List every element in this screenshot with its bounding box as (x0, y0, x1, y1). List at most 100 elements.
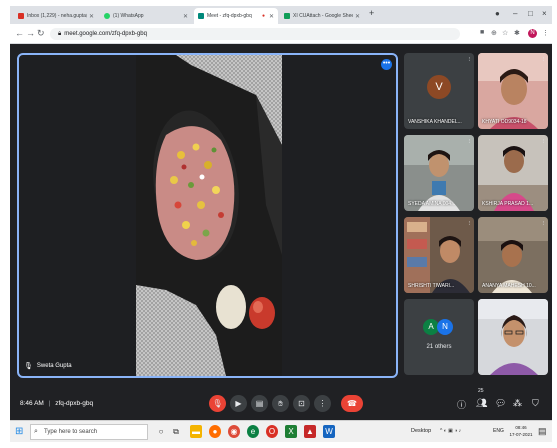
participant-video (478, 135, 548, 211)
video-camera-icon: ▶ (235, 399, 242, 408)
participant-tile[interactable]: ⫶ KSHIRJA PRASAD 1... (478, 135, 548, 211)
taskbar-search-input[interactable]: ⌕ Type here to search (30, 424, 148, 440)
more-options-button[interactable]: ⋮ (314, 395, 331, 412)
microphone-toggle-button[interactable]: 🎙︎ (209, 395, 226, 412)
muted-icon: ⫶ (468, 57, 470, 63)
raise-hand-button[interactable]: ✋︎ (272, 395, 289, 412)
windows-start-icon[interactable]: ⊞ (15, 426, 23, 438)
muted-icon: ⫶ (542, 57, 544, 63)
meeting-code: zfq-dpxb-gbq (55, 400, 94, 407)
zoom-icon[interactable]: ⊕ (491, 29, 497, 37)
word-icon[interactable]: W (323, 425, 335, 438)
forward-arrow-icon[interactable]: → (26, 28, 35, 38)
tab-gmail[interactable]: Inbox (1,229) - neha.gupta@ind... ✕ (14, 8, 98, 24)
tab-search-icon[interactable]: ● (495, 9, 500, 18)
close-icon[interactable]: ✕ (183, 13, 188, 20)
present-icon: ⊡ (298, 399, 305, 408)
lock-icon: 🔒︎ (58, 31, 62, 37)
taskbar-clock[interactable]: 08:46 17-07-2021 (508, 424, 534, 438)
edge-icon[interactable]: e (247, 425, 259, 438)
food-plate-video-frame (136, 55, 282, 376)
presenter-video (136, 55, 282, 376)
presenter-name: Sweta Gupta (36, 363, 72, 369)
task-view-icon[interactable]: ⧉ (170, 425, 182, 438)
info-icon[interactable]: ⓘ (457, 398, 466, 411)
input-language[interactable]: ENG (493, 428, 504, 434)
self-view-tile[interactable] (478, 299, 548, 375)
search-placeholder: Type here to search (44, 429, 98, 435)
windows-taskbar: ⊞ ⌕ Type here to search ○ ⧉ ▬ ● ◉ e O X … (10, 420, 552, 442)
whatsapp-icon (104, 13, 110, 19)
close-window-button[interactable]: × (542, 9, 547, 18)
participant-video (478, 53, 548, 129)
maximize-button[interactable]: □ (528, 9, 533, 18)
pdf-reader-icon[interactable]: ▲ (304, 425, 316, 438)
close-icon[interactable]: ✕ (269, 13, 274, 20)
cortana-icon[interactable]: ○ (155, 425, 167, 438)
participant-name: KHYATI OD9034-18 (482, 119, 527, 125)
main-video-tile[interactable]: ••• 🎙︎ Sweta Gupta (17, 53, 398, 378)
tile-options-button[interactable]: ••• (381, 59, 392, 70)
tab-label: Meet - zfq-dpxb-gbq (207, 13, 252, 19)
gmail-icon (18, 13, 24, 19)
chat-icon[interactable]: 💬︎ (495, 398, 506, 409)
camera-toggle-button[interactable]: ▶ (230, 395, 247, 412)
participant-tile[interactable]: ⫶ SYEDA AMINA 004... (404, 135, 474, 211)
reload-icon[interactable]: ↻ (37, 28, 45, 39)
participant-video (404, 217, 474, 293)
profile-avatar[interactable]: N (528, 29, 537, 38)
participant-video (404, 135, 474, 211)
participant-tile[interactable]: ⫶ SHRISHTI TIWARI... (404, 217, 474, 293)
activities-icon[interactable]: ⁂ (513, 398, 522, 409)
others-tile[interactable]: A N 21 others (404, 299, 474, 375)
captions-button[interactable]: ▤ (251, 395, 268, 412)
muted-icon: ⫶ (542, 139, 544, 145)
participant-tile[interactable]: V ⫶ VANSHIKA KHANDEL... (404, 53, 474, 129)
tab-meet[interactable]: Meet - zfq-dpxb-gbq ● ✕ (194, 8, 278, 24)
clock-time: 08:46 (515, 425, 527, 430)
tab-whatsapp[interactable]: (1) WhatsApp ✕ (100, 8, 192, 24)
captions-icon: ▤ (255, 399, 264, 408)
hand-icon: ✋︎ (278, 399, 283, 408)
participant-tile[interactable]: ⫶ ANANYA MAHESH 10... (478, 217, 548, 293)
participant-tile[interactable]: ⫶ KHYATI OD9034-18 (478, 53, 548, 129)
participant-name: SYEDA AMINA 004... (408, 201, 456, 207)
muted-icon: ⫶ (468, 139, 470, 145)
opera-icon[interactable]: O (266, 425, 278, 438)
address-bar[interactable]: 🔒︎ meet.google.com/zfq-dpxb-gbq (50, 28, 460, 40)
tab-label: (1) WhatsApp (113, 13, 144, 19)
host-controls-icon[interactable]: ⛉ (532, 398, 539, 409)
firefox-icon[interactable]: ● (209, 425, 221, 438)
screen: Inbox (1,229) - neha.gupta@ind... ✕ (1) … (10, 6, 552, 442)
kebab-menu-icon[interactable]: ⋮ (542, 29, 549, 37)
chrome-icon[interactable]: ◉ (228, 425, 240, 438)
present-screen-button[interactable]: ⊡ (293, 395, 310, 412)
avatar: N (437, 319, 453, 335)
participant-name: ANANYA MAHESH 10... (482, 283, 536, 289)
star-icon[interactable]: ☆ (502, 29, 508, 37)
minimize-button[interactable]: – (513, 9, 517, 18)
url-text: meet.google.com/zfq-dpxb-gbq (64, 31, 147, 37)
meeting-details: 8:46 AM | zfq-dpxb-gbq (20, 400, 93, 407)
system-tray-icons[interactable]: ^ ◐ ▣ ◑ ♪ (440, 428, 461, 434)
participant-video (478, 217, 548, 293)
details-separator: | (48, 400, 51, 407)
people-icon[interactable]: 👥︎ (476, 398, 487, 409)
tab-sheets[interactable]: XI CUAttach - Google Sheets ✕ (280, 8, 364, 24)
sheets-icon (284, 13, 290, 19)
people-count-badge: 25 (478, 388, 484, 394)
end-call-button[interactable]: ☎︎ (341, 395, 363, 412)
file-explorer-icon[interactable]: ▬ (190, 425, 202, 438)
microphone-off-icon: 🎙︎ (212, 399, 223, 408)
notification-center-icon[interactable]: ▤ (538, 426, 547, 437)
back-arrow-icon[interactable]: ← (15, 28, 24, 38)
close-icon[interactable]: ✕ (89, 13, 94, 20)
muted-icon: ⫶ (468, 221, 470, 227)
camera-icon[interactable]: ■ (480, 29, 484, 36)
close-icon[interactable]: ✕ (355, 13, 360, 20)
extensions-icon[interactable]: ✱ (514, 29, 520, 37)
excel-icon[interactable]: X (285, 425, 297, 438)
new-tab-button[interactable]: + (369, 8, 374, 18)
participant-name: KSHIRJA PRASAD 1... (482, 201, 534, 207)
desktop-toolbar[interactable]: Desktop (411, 428, 431, 434)
